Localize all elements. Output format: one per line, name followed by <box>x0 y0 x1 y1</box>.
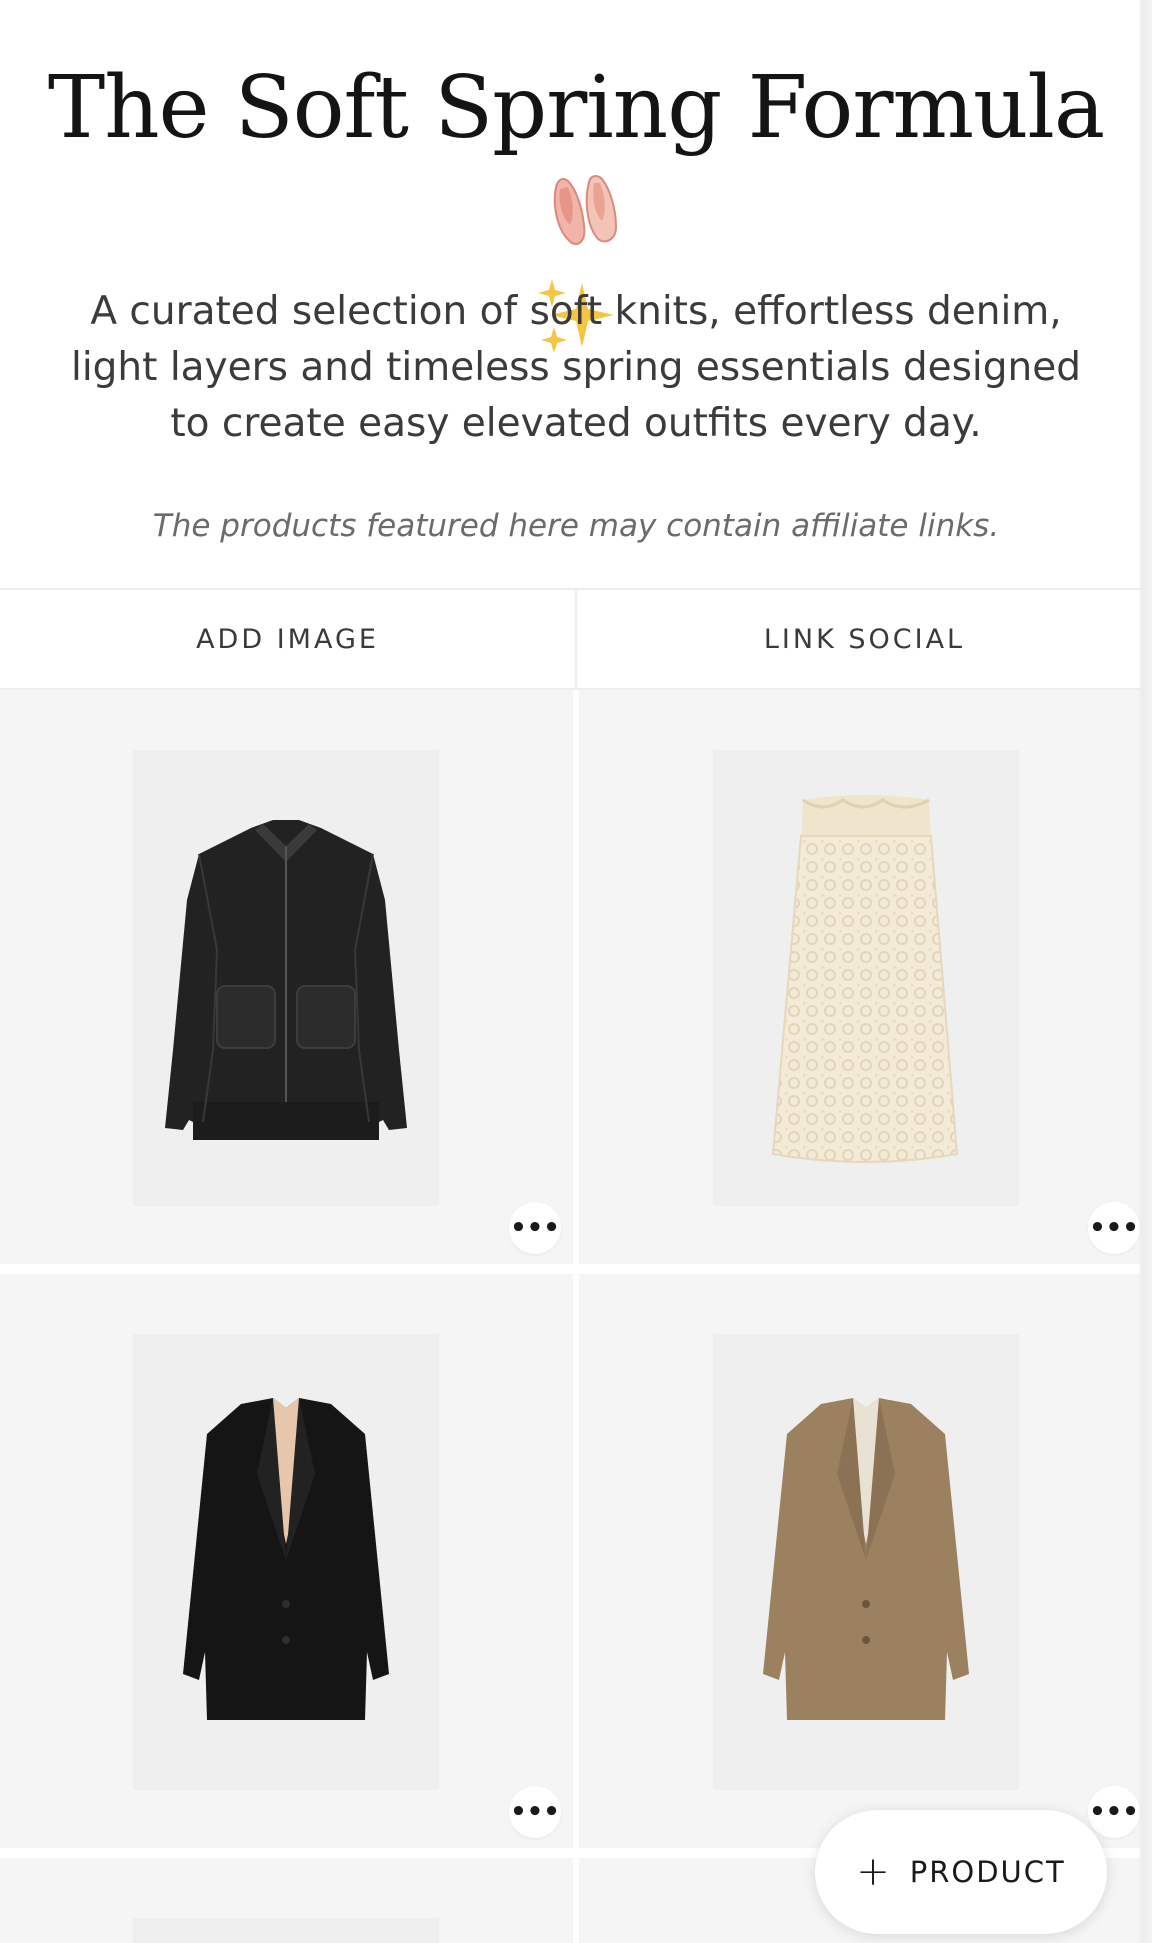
plus-icon: + <box>856 1849 892 1895</box>
title-text: The Soft Spring Formula <box>47 58 1105 158</box>
more-options-button[interactable]: ••• <box>1088 1202 1140 1254</box>
add-product-label: PRODUCT <box>909 1855 1066 1889</box>
more-dots-icon: ••• <box>510 1797 560 1827</box>
product-image <box>713 750 1019 1206</box>
more-dots-icon: ••• <box>510 1213 560 1243</box>
product-card[interactable]: ••• <box>579 690 1152 1264</box>
ballet-shoes-icon <box>546 167 624 249</box>
action-tabs: ADD IMAGE LINK SOCIAL <box>0 588 1152 690</box>
product-card[interactable] <box>0 1858 573 1943</box>
collection-description: A curated selection of soft knits, effor… <box>70 289 1081 446</box>
product-card[interactable]: ••• <box>0 690 573 1264</box>
more-dots-icon: ••• <box>1089 1797 1139 1827</box>
add-product-button[interactable]: + PRODUCT <box>815 1810 1107 1934</box>
more-dots-icon: ••• <box>1089 1213 1139 1243</box>
product-image <box>133 1334 439 1790</box>
product-image <box>133 750 439 1206</box>
product-card[interactable]: ••• <box>579 1274 1152 1848</box>
product-image <box>713 1334 1019 1790</box>
more-options-button[interactable]: ••• <box>509 1786 561 1838</box>
add-image-button[interactable]: ADD IMAGE <box>0 590 575 688</box>
more-options-button[interactable]: ••• <box>1088 1786 1140 1838</box>
more-options-button[interactable]: ••• <box>509 1202 561 1254</box>
link-social-button[interactable]: LINK SOCIAL <box>575 590 1152 688</box>
product-image <box>133 1918 439 1943</box>
product-grid: ••• ••• ••• ••• <box>0 690 1152 1943</box>
affiliate-disclaimer: The products featured here may contain a… <box>152 508 1000 544</box>
collection-header: The Soft Spring Formula A curated select… <box>0 0 1152 588</box>
product-card[interactable]: ••• <box>0 1274 573 1848</box>
